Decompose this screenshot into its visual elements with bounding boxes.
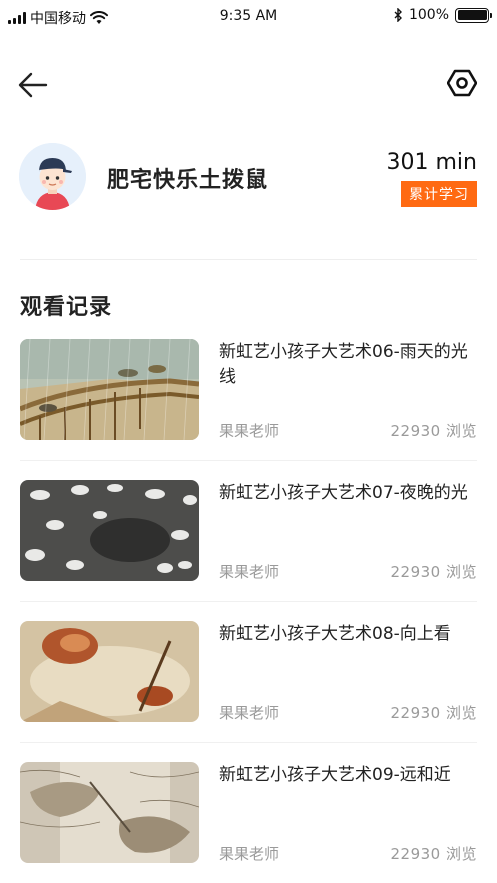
teacher-name: 果果老师 bbox=[219, 845, 280, 863]
bluetooth-icon bbox=[394, 8, 402, 22]
status-bar: 中国移动 9:35 AM 100% bbox=[0, 0, 497, 34]
hexagon-settings-icon bbox=[447, 69, 477, 97]
thumbnail-look-up bbox=[20, 621, 199, 722]
settings-button[interactable] bbox=[445, 66, 479, 100]
teacher-name: 果果老师 bbox=[219, 563, 280, 581]
avatar[interactable] bbox=[19, 143, 86, 210]
history-item[interactable]: 新虹艺小孩子大艺术08-向上看 果果老师 22930 浏览 bbox=[0, 621, 497, 762]
history-item[interactable]: 新虹艺小孩子大艺术07-夜晚的光 果果老师 22930 浏览 bbox=[0, 480, 497, 621]
item-divider bbox=[20, 601, 477, 602]
video-title: 新虹艺小孩子大艺术08-向上看 bbox=[219, 624, 451, 644]
view-count: 22930 浏览 bbox=[390, 704, 477, 722]
battery-percent: 100% bbox=[408, 7, 449, 23]
section-divider bbox=[20, 259, 477, 260]
teacher-name: 果果老师 bbox=[219, 704, 280, 722]
view-count: 22930 浏览 bbox=[390, 563, 477, 581]
history-list: 新虹艺小孩子大艺术06-雨天的光线 果果老师 22930 浏览 新虹艺小孩子大艺… bbox=[0, 339, 497, 883]
back-button[interactable] bbox=[16, 68, 50, 102]
study-badge: 累计学习 bbox=[401, 181, 477, 207]
video-title: 新虹艺小孩子大艺术07-夜晚的光 bbox=[219, 483, 468, 503]
teacher-name: 果果老师 bbox=[219, 422, 280, 440]
video-title: 新虹艺小孩子大艺术09-远和近 bbox=[219, 765, 451, 785]
video-title: 新虹艺小孩子大艺术06-雨天的光线 bbox=[219, 342, 468, 387]
item-divider bbox=[20, 460, 477, 461]
history-title: 观看记录 bbox=[20, 295, 113, 320]
history-item[interactable]: 新虹艺小孩子大艺术06-雨天的光线 果果老师 22930 浏览 bbox=[0, 339, 497, 480]
thumbnail-rain-bridge bbox=[20, 339, 199, 440]
battery-icon bbox=[455, 7, 492, 23]
view-count: 22930 浏览 bbox=[390, 845, 477, 863]
avatar-boy-icon bbox=[19, 143, 86, 210]
thumbnail-drawing-hands bbox=[20, 762, 199, 863]
thumbnail-night-fish bbox=[20, 480, 199, 581]
arrow-left-icon bbox=[18, 72, 48, 98]
status-right: 100% bbox=[394, 7, 492, 23]
study-minutes: 301 min bbox=[386, 150, 477, 175]
username: 肥宅快乐土拨鼠 bbox=[107, 168, 269, 193]
history-item[interactable]: 新虹艺小孩子大艺术09-远和近 果果老师 22930 浏览 bbox=[0, 762, 497, 883]
view-count: 22930 浏览 bbox=[390, 422, 477, 440]
item-divider bbox=[20, 742, 477, 743]
